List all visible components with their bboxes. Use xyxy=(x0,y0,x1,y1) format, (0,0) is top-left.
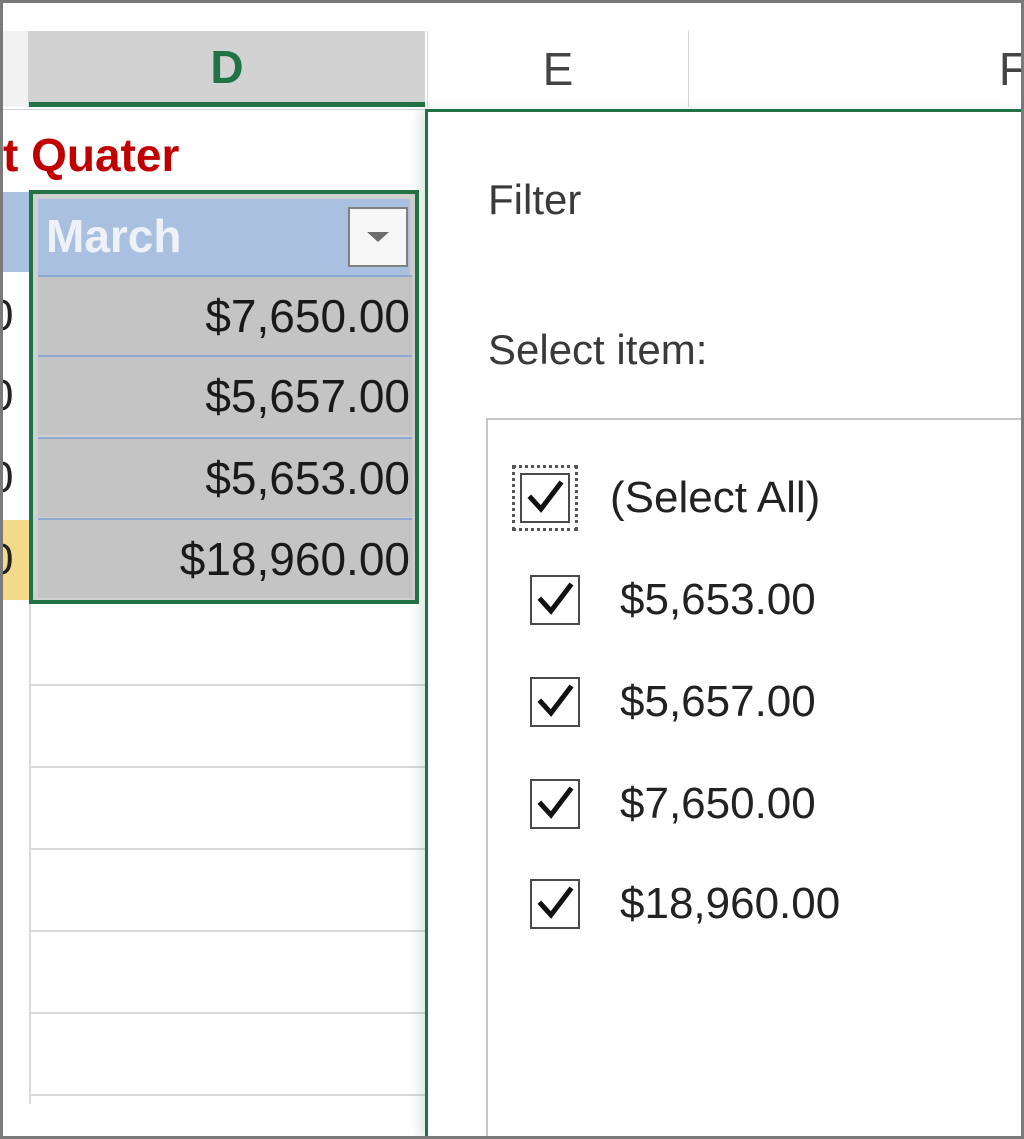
item-checkbox[interactable] xyxy=(530,879,580,929)
partial-cell-text: 0 xyxy=(3,535,13,584)
list-item-label: $18,960.00 xyxy=(620,879,841,928)
grid-line xyxy=(29,1094,425,1096)
list-item[interactable]: $18,960.00 xyxy=(530,874,840,934)
grid-line xyxy=(29,930,425,932)
column-header-f-label: F xyxy=(999,42,1021,96)
checkmark-icon xyxy=(537,886,574,919)
filter-pane-subtitle: Select item: xyxy=(488,326,708,373)
partial-cell-text: 0 xyxy=(3,453,13,502)
cell-value: $5,653.00 xyxy=(205,452,410,504)
cell-value: $18,960.00 xyxy=(179,533,410,585)
column-header-e-label: E xyxy=(542,43,574,95)
grid-line xyxy=(29,766,425,768)
checkmark-icon xyxy=(527,480,564,513)
filter-pane: Filter Select item: (Select All) $5,653.… xyxy=(425,109,1021,1136)
filter-dropdown-button[interactable] xyxy=(348,207,408,267)
select-all-checkbox[interactable] xyxy=(512,465,578,531)
item-checkbox[interactable] xyxy=(530,779,580,829)
column-header-f[interactable]: F xyxy=(689,31,1021,107)
partial-header-cell[interactable] xyxy=(3,192,29,272)
table-header-label: March xyxy=(46,210,182,262)
triangle-down-icon xyxy=(367,232,389,242)
item-checkbox[interactable] xyxy=(530,575,580,625)
column-header-e[interactable]: E xyxy=(427,31,689,107)
cell-value: $7,650.00 xyxy=(205,290,410,342)
grid-line xyxy=(29,848,425,850)
column-header-c-partial[interactable] xyxy=(3,31,29,107)
sheet-title-cell[interactable]: t Quater xyxy=(3,128,179,182)
grid-line xyxy=(29,684,425,686)
list-item-label: (Select All) xyxy=(610,473,821,522)
partial-cell[interactable]: 0 xyxy=(3,276,29,356)
partial-cell[interactable]: 0 xyxy=(3,438,29,518)
list-item-label: $5,657.00 xyxy=(620,677,816,726)
cell-value: $5,657.00 xyxy=(205,370,410,422)
partial-total-cell[interactable]: 0 xyxy=(3,520,29,600)
table-row-total[interactable]: $18,960.00 xyxy=(38,518,412,598)
grid-line xyxy=(29,1012,425,1014)
table-row[interactable]: $7,650.00 xyxy=(38,275,412,355)
list-item[interactable]: $5,653.00 xyxy=(530,570,816,630)
worksheet-area: t Quater 0 0 0 0 March $7,650.00 $5,657.… xyxy=(3,110,425,1136)
column-header-d-label: D xyxy=(210,40,244,93)
checkmark-icon xyxy=(537,684,574,717)
partial-cell-text: 0 xyxy=(3,371,13,420)
checkmark-icon xyxy=(537,786,574,819)
list-item-select-all[interactable]: (Select All) xyxy=(512,465,821,531)
column-header-d[interactable]: D xyxy=(29,31,425,107)
checkmark-icon xyxy=(537,582,574,615)
list-item[interactable]: $7,650.00 xyxy=(530,774,816,834)
excel-window: D E F t Quater 0 0 0 0 March $7,650.00 xyxy=(0,0,1024,1139)
table-row[interactable]: $5,653.00 xyxy=(38,437,412,517)
table-row[interactable]: $5,657.00 xyxy=(38,355,412,435)
partial-cell-text: 0 xyxy=(3,291,13,340)
filter-item-list[interactable]: (Select All) $5,653.00 $5,657.00 $7,650.… xyxy=(486,418,1021,1136)
partial-cell[interactable]: 0 xyxy=(3,356,29,436)
selected-table-range[interactable]: March $7,650.00 $5,657.00 $5,653.00 $18,… xyxy=(29,190,419,604)
list-item[interactable]: $5,657.00 xyxy=(530,672,816,732)
grid-line xyxy=(29,604,31,1104)
column-header-bar: D E F xyxy=(3,3,1021,110)
filter-pane-title: Filter xyxy=(488,176,582,223)
list-item-label: $7,650.00 xyxy=(620,779,816,828)
table-header-cell[interactable]: March xyxy=(38,199,410,275)
list-item-label: $5,653.00 xyxy=(620,575,816,624)
item-checkbox[interactable] xyxy=(530,677,580,727)
